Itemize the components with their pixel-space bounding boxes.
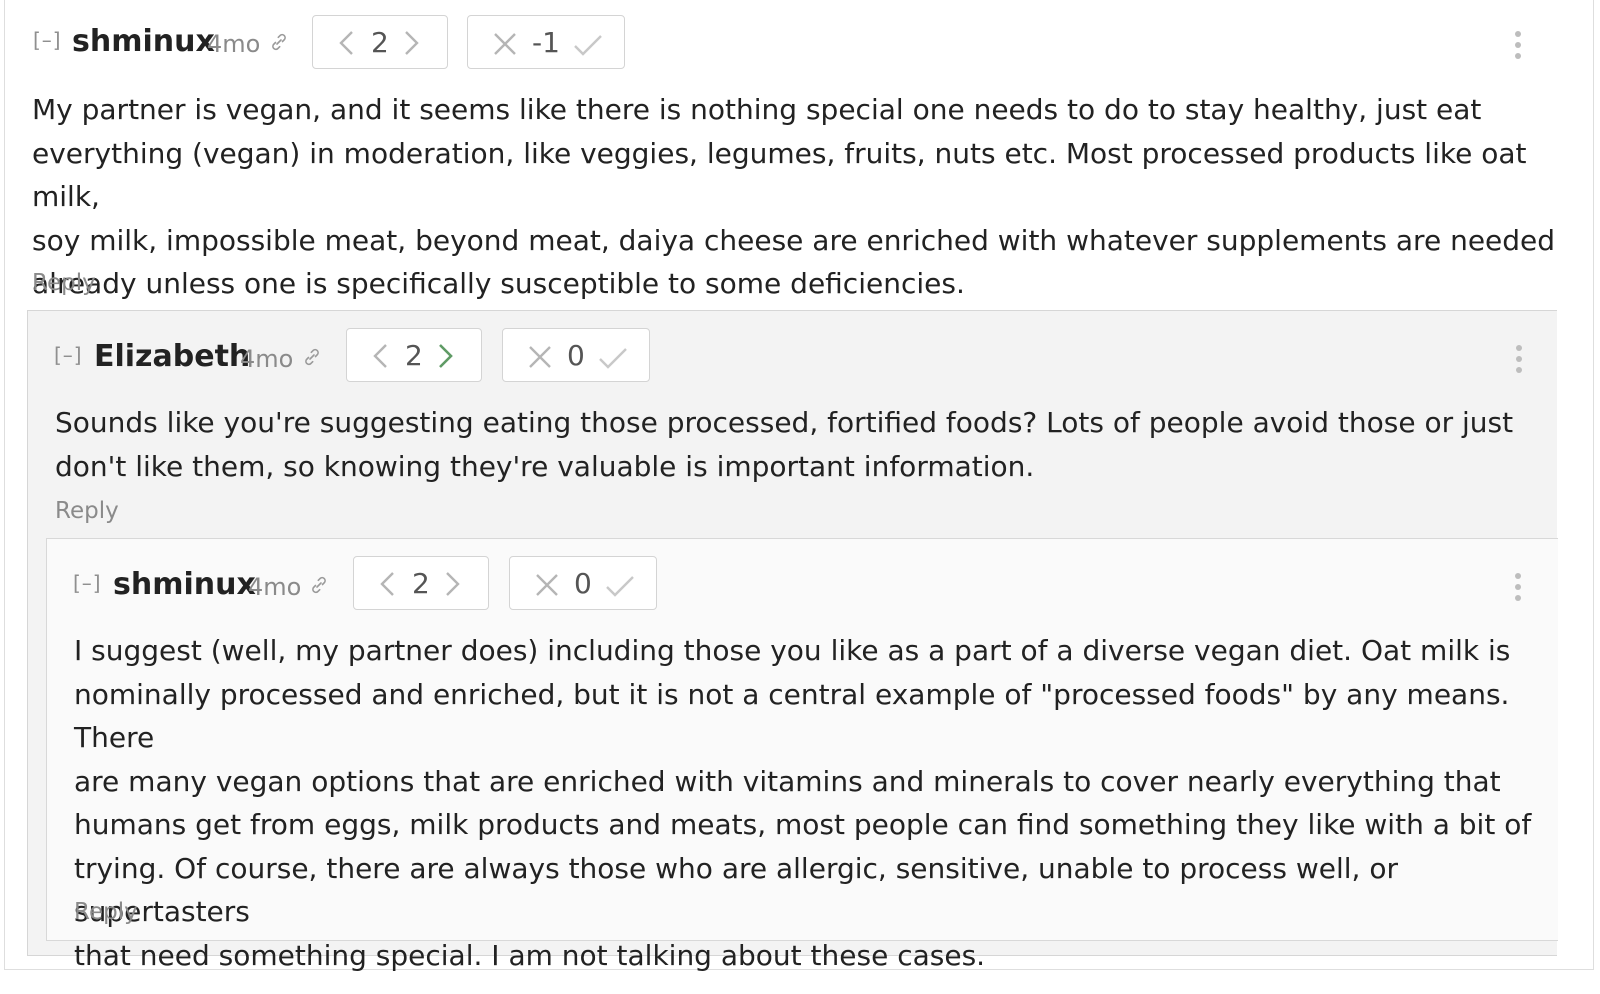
comment-2: [–] Elizabeth 4mo 2 0 Sounds like you're… xyxy=(27,310,1558,972)
x-disagree-icon[interactable] xyxy=(527,344,553,370)
comment-author[interactable]: shminux xyxy=(113,567,256,602)
comment-body: My partner is vegan, and it seems like t… xyxy=(32,88,1562,306)
chevron-right-icon[interactable] xyxy=(442,571,462,597)
check-agree-icon[interactable] xyxy=(572,32,604,58)
karma-score: 2 xyxy=(371,26,389,59)
x-disagree-icon[interactable] xyxy=(534,572,560,598)
collapse-toggle[interactable]: [–] xyxy=(33,28,62,52)
agreement-vote-box: 0 xyxy=(509,556,657,610)
link-icon[interactable] xyxy=(309,575,329,595)
agreement-score: 0 xyxy=(567,339,585,372)
check-agree-icon[interactable] xyxy=(597,345,629,371)
karma-vote-box: 2 xyxy=(312,15,448,69)
reply-link[interactable]: Reply xyxy=(32,270,96,296)
karma-vote-box: 2 xyxy=(353,556,489,610)
agreement-score: 0 xyxy=(574,567,592,600)
body-line: I suggest (well, my partner does) includ… xyxy=(74,634,1511,667)
chevron-left-icon[interactable] xyxy=(337,30,357,56)
body-line: trying. Of course, there are always thos… xyxy=(74,851,1398,929)
chevron-right-icon[interactable] xyxy=(401,30,421,56)
comment-age[interactable]: 4mo xyxy=(207,30,260,58)
chevron-right-icon[interactable] xyxy=(435,343,455,369)
karma-score: 2 xyxy=(405,339,423,372)
comment-3: [–] shminux 4mo 2 0 I suggest (well, my … xyxy=(46,538,1558,972)
agreement-vote-box: -1 xyxy=(467,15,625,69)
agreement-vote-box: 0 xyxy=(502,328,650,382)
karma-vote-box: 2 xyxy=(346,328,482,382)
x-disagree-icon[interactable] xyxy=(492,31,518,57)
kebab-menu-icon[interactable] xyxy=(1515,573,1521,601)
comment-body: Sounds like you're suggesting eating tho… xyxy=(55,401,1535,488)
comment-age[interactable]: 4mo xyxy=(248,573,301,601)
comment-age[interactable]: 4mo xyxy=(240,345,293,373)
comment-author[interactable]: Elizabeth xyxy=(94,339,250,374)
reply-link[interactable]: Reply xyxy=(55,498,119,524)
link-icon[interactable] xyxy=(302,347,322,367)
body-line: Sounds like you're suggesting eating tho… xyxy=(55,406,1514,439)
body-line: humans get from eggs, milk products and … xyxy=(74,808,1532,841)
collapse-toggle[interactable]: [–] xyxy=(54,343,83,367)
body-line: don't like them, so knowing they're valu… xyxy=(55,449,1035,483)
body-line: that need something special. I am not ta… xyxy=(74,938,986,972)
body-line: My partner is vegan, and it seems like t… xyxy=(32,93,1482,126)
body-line: are many vegan options that are enriched… xyxy=(74,764,1501,798)
chevron-left-icon[interactable] xyxy=(378,571,398,597)
comment-thread: [–] shminux 4mo 2 -1 My partner is vegan… xyxy=(4,0,1594,972)
reply-link[interactable]: Reply xyxy=(74,899,138,925)
kebab-menu-icon[interactable] xyxy=(1516,345,1522,373)
body-line: everything (vegan) in moderation, like v… xyxy=(32,136,1527,214)
body-line: nominally processed and enriched, but it… xyxy=(74,677,1510,755)
chevron-left-icon[interactable] xyxy=(371,343,391,369)
comment-author[interactable]: shminux xyxy=(72,24,215,59)
collapse-toggle[interactable]: [–] xyxy=(73,571,102,595)
link-icon[interactable] xyxy=(269,32,289,52)
check-agree-icon[interactable] xyxy=(604,573,636,599)
body-line: soy milk, impossible meat, beyond meat, … xyxy=(32,223,1556,257)
kebab-menu-icon[interactable] xyxy=(1515,31,1521,59)
body-line: already unless one is specifically susce… xyxy=(32,267,965,300)
comment-body: I suggest (well, my partner does) includ… xyxy=(74,629,1554,977)
karma-score: 2 xyxy=(412,567,430,600)
agreement-score: -1 xyxy=(532,26,560,59)
